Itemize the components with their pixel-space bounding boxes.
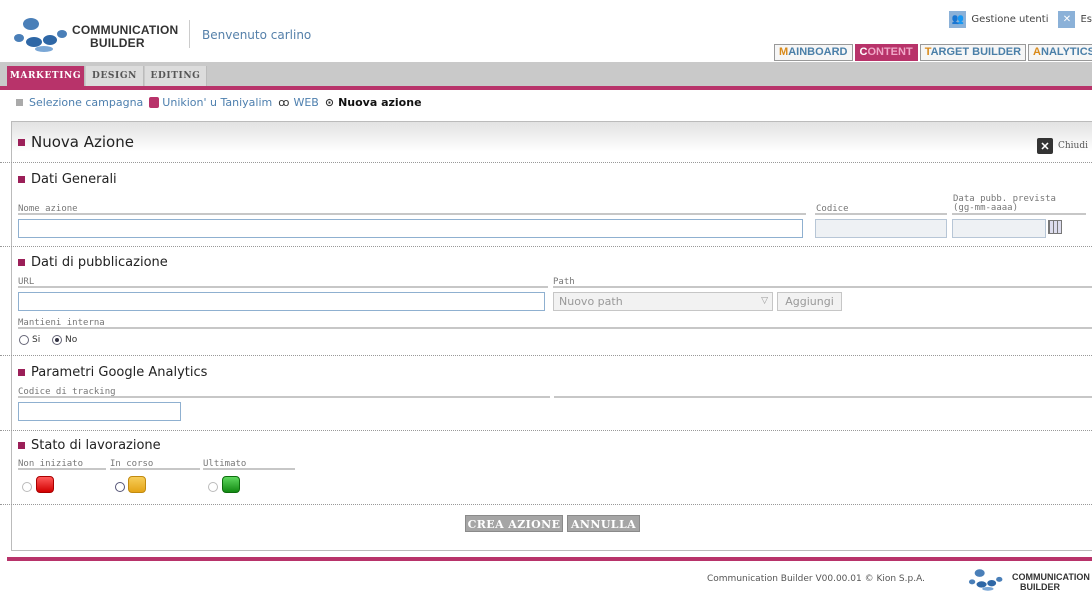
- breadcrumb-web[interactable]: WEB: [293, 96, 318, 109]
- tab-content[interactable]: CONTENT: [854, 44, 918, 61]
- tab-design[interactable]: DESIGN: [86, 66, 144, 86]
- campaign-icon: [149, 97, 160, 108]
- web-icon: ꝏ: [278, 96, 290, 109]
- brand-name: COMMUNICATION BUILDER: [72, 23, 179, 50]
- label-underline: [553, 286, 1092, 288]
- label-underline: [815, 213, 947, 215]
- section-bullet: [18, 369, 25, 376]
- section-bullet: [18, 176, 25, 183]
- label-underline: [18, 286, 548, 288]
- radio-no[interactable]: No: [52, 335, 77, 345]
- breadcrumb-campaign-select[interactable]: Selezione campagna: [29, 96, 143, 109]
- status-red-icon: [36, 476, 54, 493]
- label-underline: [18, 213, 806, 215]
- form-title: Nuova Azione: [18, 133, 134, 151]
- tab-analytics[interactable]: ANALYTICS: [1028, 44, 1092, 61]
- breadcrumb-bullet: [16, 99, 23, 106]
- label-underline: [18, 396, 550, 398]
- footer-copyright: Communication Builder V00.00.01 © Kion S…: [707, 574, 925, 584]
- divider: [0, 430, 1092, 431]
- divider: [0, 355, 1092, 356]
- status-radio-done[interactable]: [208, 482, 218, 492]
- tab-mainboard[interactable]: MAINBOARD: [774, 44, 853, 61]
- section-status-heading: Stato di lavorazione: [18, 438, 161, 453]
- section-tabbar: MARKETING DESIGN EDITING: [0, 62, 1092, 86]
- path-select[interactable]: Nuovo path ▽: [553, 292, 773, 311]
- radio-yes-circle[interactable]: [19, 335, 29, 345]
- close-button[interactable]: ✕ Chiudi: [1037, 138, 1088, 154]
- label-underline: [203, 468, 295, 470]
- divider: [0, 246, 1092, 247]
- title-bullet: [18, 138, 25, 146]
- name-input[interactable]: [18, 219, 803, 238]
- utility-links: 👥 Gestione utenti ✕ Es: [949, 11, 1092, 28]
- welcome-text: Benvenuto carlino: [202, 28, 312, 42]
- close-icon[interactable]: ✕: [1037, 138, 1053, 154]
- target-icon: ⊙: [324, 96, 335, 109]
- status-radio-in-progress[interactable]: [115, 482, 125, 492]
- tab-target-builder[interactable]: TARGET BUILDER: [919, 44, 1027, 61]
- divider: [0, 504, 1092, 505]
- section-publication-heading: Dati di pubblicazione: [18, 255, 168, 270]
- form-panel: [11, 121, 1092, 551]
- footer-brand: COMMUNICATION BUILDER: [1012, 572, 1090, 592]
- status-green-icon: [222, 476, 240, 493]
- section-general-heading: Dati Generali: [18, 172, 117, 187]
- status-yellow-icon: [128, 476, 146, 493]
- radio-no-circle[interactable]: [52, 335, 62, 345]
- status-radio-not-started[interactable]: [22, 482, 32, 492]
- label-underline: [554, 396, 1092, 398]
- tab-marketing[interactable]: MARKETING: [7, 66, 85, 86]
- tracking-input[interactable]: [18, 402, 181, 421]
- accent-divider: [0, 86, 1092, 90]
- date-format-label: (gg-mm-aaaa): [953, 203, 1019, 213]
- footer-logo-icon: [968, 569, 1003, 591]
- tab-editing[interactable]: EDITING: [145, 66, 207, 86]
- panel-header-bg: [12, 122, 1092, 152]
- section-bullet: [18, 442, 25, 449]
- section-analytics-heading: Parametri Google Analytics: [18, 365, 207, 380]
- label-underline: [18, 468, 106, 470]
- manage-users-link[interactable]: Gestione utenti: [971, 14, 1048, 25]
- add-path-button[interactable]: Aggiungi: [777, 292, 842, 311]
- label-underline: [952, 213, 1086, 215]
- users-icon[interactable]: 👥: [949, 11, 967, 28]
- breadcrumb-campaign[interactable]: Unikion' u Taniyalim: [162, 96, 272, 109]
- app-header: COMMUNICATION BUILDER Benvenuto carlino …: [0, 0, 1092, 62]
- breadcrumb-current: Nuova azione: [338, 96, 422, 109]
- create-action-button[interactable]: CREA AZIONE: [465, 515, 563, 532]
- calendar-icon[interactable]: [1048, 220, 1062, 234]
- date-input[interactable]: [952, 219, 1046, 238]
- label-underline: [18, 327, 1092, 329]
- divider: [0, 162, 1092, 163]
- label-underline: [110, 468, 200, 470]
- header-separator: [189, 20, 190, 48]
- section-bullet: [18, 259, 25, 266]
- exit-icon[interactable]: ✕: [1058, 11, 1076, 28]
- breadcrumb: Selezione campagna Unikion' u Taniyalim …: [16, 96, 422, 109]
- footer-divider: [7, 557, 1092, 561]
- exit-link[interactable]: Es: [1080, 14, 1092, 25]
- chevron-down-icon: ▽: [761, 296, 768, 306]
- radio-yes[interactable]: Si: [19, 335, 40, 345]
- product-tabs: MAINBOARD CONTENT TARGET BUILDER ANALYTI…: [772, 44, 1092, 61]
- logo-icon: [14, 18, 67, 52]
- cancel-button[interactable]: ANNULLA: [567, 515, 640, 532]
- code-input[interactable]: [815, 219, 947, 238]
- url-input[interactable]: [18, 292, 545, 311]
